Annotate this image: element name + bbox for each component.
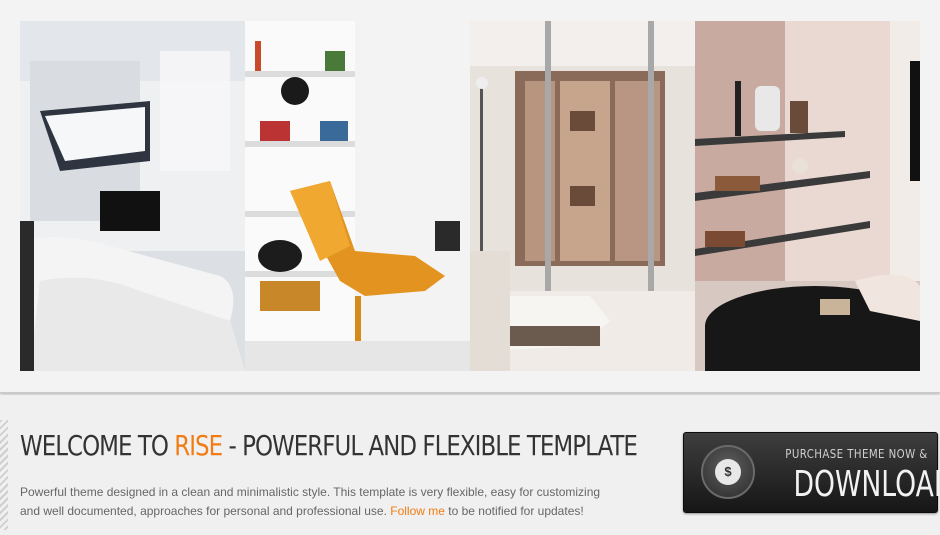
title-accent: RISE [174, 429, 223, 462]
download-top-label: PURCHASE THEME NOW & [785, 447, 928, 461]
title-suffix: - POWERFUL AND FLEXIBLE TEMPLATE [222, 429, 637, 462]
coins-icon: $ [701, 445, 755, 499]
description-line1: Powerful theme designed in a clean and m… [20, 485, 601, 499]
image-slider[interactable] [20, 21, 920, 371]
slide-panel-wardrobe[interactable] [470, 21, 695, 371]
coin-symbol: $ [715, 459, 741, 485]
shelves-image [695, 21, 920, 371]
follow-me-link[interactable]: Follow me [390, 504, 445, 518]
title-prefix: WELCOME TO [20, 429, 175, 462]
wardrobe-image [470, 21, 695, 371]
download-main-label: DOWNLOAD [793, 464, 940, 505]
slide-panel-bookshelf[interactable] [245, 21, 470, 371]
bookshelf-image [245, 21, 470, 371]
slide-panel-living-room[interactable] [20, 21, 245, 371]
decorative-stripe [0, 420, 8, 530]
slide-panel-shelves[interactable] [695, 21, 920, 371]
slider-frame [0, 0, 940, 393]
description-line2-after: to be notified for updates! [444, 504, 584, 518]
description-line2-before: and well documented, approaches for pers… [20, 504, 391, 518]
purchase-download-button[interactable]: $ PURCHASE THEME NOW & DOWNLOAD [683, 432, 940, 513]
welcome-title: WELCOME TO RISE - POWERFUL AND FLEXIBLE … [20, 429, 638, 462]
welcome-description: Powerful theme designed in a clean and m… [20, 483, 640, 521]
living-room-image [20, 21, 245, 371]
